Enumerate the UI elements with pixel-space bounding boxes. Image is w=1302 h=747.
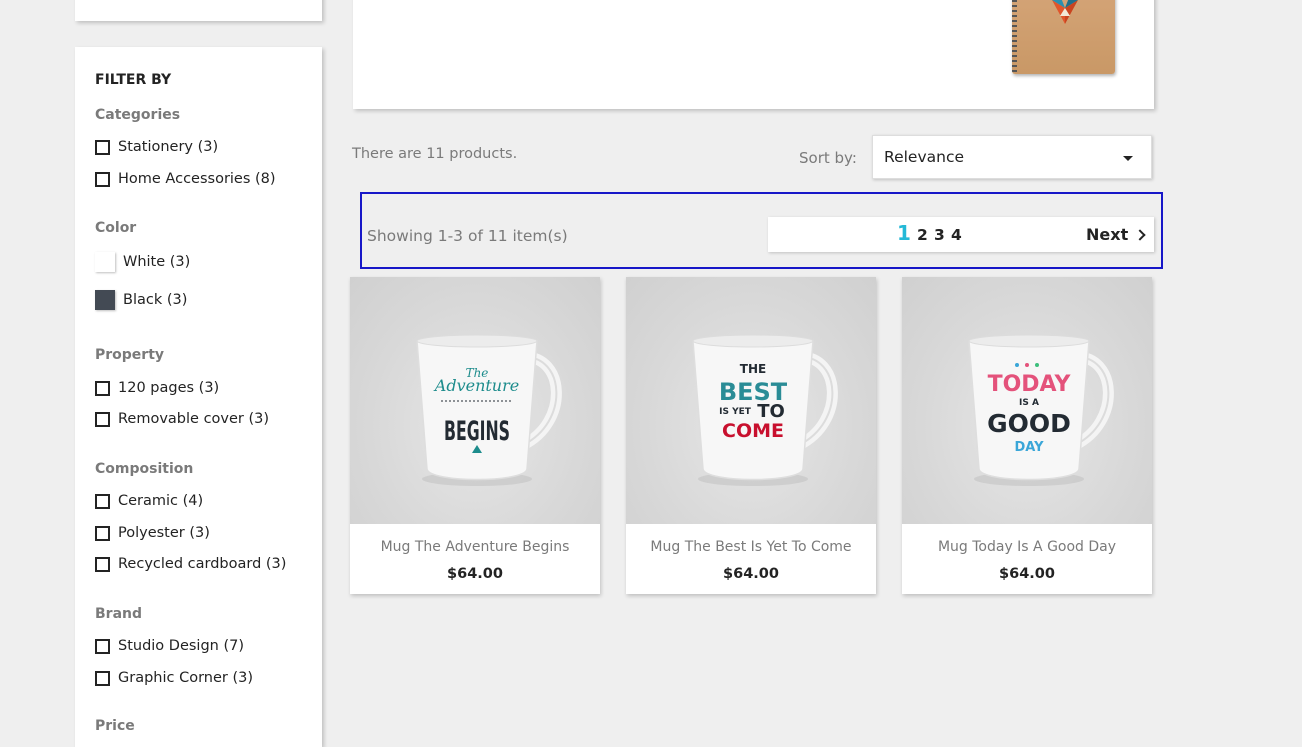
product-name[interactable]: Mug The Best Is Yet To Come bbox=[626, 539, 876, 555]
checkbox[interactable] bbox=[95, 380, 110, 396]
caret-down-icon bbox=[1123, 156, 1133, 161]
mug-illustration: THE BEST IS YET TO COME bbox=[692, 334, 838, 486]
checkbox[interactable] bbox=[95, 139, 110, 155]
facet-title-price: Price bbox=[95, 718, 135, 734]
checkbox[interactable] bbox=[95, 556, 110, 572]
color-swatch-black[interactable] bbox=[95, 290, 115, 310]
notebook-image bbox=[1012, 0, 1115, 74]
filter-option-black[interactable]: Black (3) bbox=[95, 290, 187, 310]
filter-option-label: Stationery (3) bbox=[118, 139, 219, 155]
sidebar-top-card bbox=[75, 0, 322, 21]
product-price: $64.00 bbox=[723, 566, 779, 582]
facet-title-property: Property bbox=[95, 347, 165, 363]
pagination: 1 2 3 4 Next bbox=[768, 217, 1154, 252]
filter-option-label: Ceramic (4) bbox=[118, 493, 204, 509]
filter-option-label: Studio Design (7) bbox=[118, 638, 245, 654]
filter-option-label: Black (3) bbox=[123, 292, 188, 308]
filter-option-white[interactable]: White (3) bbox=[95, 252, 190, 272]
mug-text-line: GOOD bbox=[987, 409, 1071, 438]
facet-title-categories: Categories bbox=[95, 107, 181, 123]
mug-illustration: The Adventure BEGINS bbox=[416, 334, 562, 486]
chevron-right-icon bbox=[1134, 228, 1146, 241]
facet-title-brand: Brand bbox=[95, 606, 143, 622]
products-count: There are 11 products. bbox=[352, 146, 518, 162]
sort-label: Sort by: bbox=[799, 149, 857, 167]
mug-text-line: THE bbox=[740, 362, 766, 376]
checkbox[interactable] bbox=[95, 525, 110, 541]
checkbox[interactable] bbox=[95, 638, 110, 654]
filter-option-label: 120 pages (3) bbox=[118, 380, 220, 396]
product-card[interactable]: The Adventure BEGINS Mug The Adventure B… bbox=[350, 277, 600, 594]
filter-option-label: Graphic Corner (3) bbox=[118, 670, 254, 686]
filter-option-label: Recycled cardboard (3) bbox=[118, 556, 287, 572]
spiral-binding bbox=[1012, 0, 1017, 74]
mug-text-line: Adventure bbox=[433, 376, 519, 395]
next-page-link[interactable]: Next bbox=[1086, 225, 1146, 244]
product-card[interactable]: THE BEST IS YET TO COME Mug The Best Is … bbox=[626, 277, 876, 594]
filter-option-polyester[interactable]: Polyester (3) bbox=[95, 525, 210, 541]
fox-illustration bbox=[1052, 0, 1078, 24]
product-name[interactable]: Mug Today Is A Good Day bbox=[902, 539, 1152, 555]
filter-option-studio-design[interactable]: Studio Design (7) bbox=[95, 638, 244, 654]
product-image[interactable]: THE BEST IS YET TO COME bbox=[626, 277, 876, 524]
filter-option-recycled-cardboard[interactable]: Recycled cardboard (3) bbox=[95, 556, 286, 572]
facet-title-color: Color bbox=[95, 220, 137, 236]
filter-option-120-pages[interactable]: 120 pages (3) bbox=[95, 380, 219, 396]
mug-text-line: COME bbox=[722, 420, 784, 442]
mug-text-line: IS YET bbox=[719, 407, 752, 417]
mug-text-line: TODAY bbox=[988, 372, 1072, 397]
page-link-2[interactable]: 2 bbox=[917, 226, 928, 244]
checkbox[interactable] bbox=[95, 411, 110, 427]
filter-panel: FILTER BY Categories Stationery (3) Home… bbox=[75, 47, 322, 747]
filter-title: FILTER BY bbox=[95, 72, 172, 88]
page-link-1[interactable]: 1 bbox=[897, 221, 911, 245]
checkbox[interactable] bbox=[95, 171, 110, 187]
product-name[interactable]: Mug The Adventure Begins bbox=[350, 539, 600, 555]
facet-title-composition: Composition bbox=[95, 461, 194, 477]
page-link-4[interactable]: 4 bbox=[951, 226, 962, 244]
filter-option-home-accessories[interactable]: Home Accessories (8) bbox=[95, 171, 276, 187]
checkbox[interactable] bbox=[95, 670, 110, 686]
filter-option-label: Home Accessories (8) bbox=[118, 171, 276, 187]
product-image[interactable]: TODAY IS A GOOD DAY bbox=[902, 277, 1152, 524]
product-price: $64.00 bbox=[447, 566, 503, 582]
sort-selected-value: Relevance bbox=[884, 148, 965, 166]
sort-dropdown[interactable]: Relevance bbox=[872, 135, 1152, 179]
showing-items-text: Showing 1-3 of 11 item(s) bbox=[367, 227, 568, 245]
filter-option-stationery[interactable]: Stationery (3) bbox=[95, 139, 218, 155]
next-label: Next bbox=[1086, 225, 1129, 244]
product-card[interactable]: TODAY IS A GOOD DAY Mug Today Is A Good … bbox=[902, 277, 1152, 594]
filter-option-label: Polyester (3) bbox=[118, 525, 210, 541]
checkbox[interactable] bbox=[95, 493, 110, 509]
color-swatch-white[interactable] bbox=[95, 252, 115, 272]
product-image[interactable]: The Adventure BEGINS bbox=[350, 277, 600, 524]
filter-option-removable-cover[interactable]: Removable cover (3) bbox=[95, 411, 269, 427]
page-link-3[interactable]: 3 bbox=[934, 226, 945, 244]
product-price: $64.00 bbox=[999, 566, 1055, 582]
filter-option-label: Removable cover (3) bbox=[118, 411, 270, 427]
filter-option-ceramic[interactable]: Ceramic (4) bbox=[95, 493, 203, 509]
mug-text-line: TO bbox=[757, 401, 785, 422]
filter-option-label: White (3) bbox=[123, 254, 191, 270]
mug-text-line: DAY bbox=[1014, 440, 1044, 455]
mug-text-line: BEGINS bbox=[444, 416, 510, 447]
mug-text-line: IS A bbox=[1019, 398, 1039, 408]
mug-illustration: TODAY IS A GOOD DAY bbox=[968, 334, 1114, 486]
filter-option-graphic-corner[interactable]: Graphic Corner (3) bbox=[95, 670, 253, 686]
